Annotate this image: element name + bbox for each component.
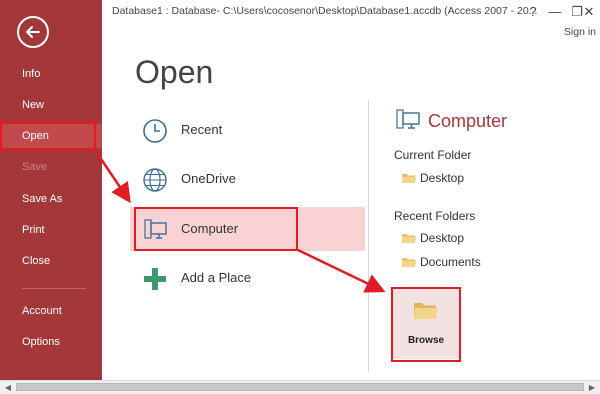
place-label: OneDrive [181, 171, 236, 186]
scroll-thumb[interactable] [16, 383, 584, 391]
place-add[interactable]: Add a Place [130, 256, 365, 300]
nav-close[interactable]: Close [0, 249, 102, 273]
globe-icon [143, 168, 167, 192]
horizontal-scrollbar[interactable]: ◀ ▶ [0, 380, 600, 394]
title-bar: Database1 : Database- C:\Users\cocosenor… [102, 0, 600, 24]
folder-icon [402, 258, 416, 267]
nav-save-as[interactable]: Save As [0, 187, 102, 211]
folder-icon [402, 234, 416, 243]
nav-print[interactable]: Print [0, 218, 102, 242]
current-folder-desktop[interactable]: Desktop [400, 171, 520, 187]
nav-info[interactable]: Info [0, 62, 102, 86]
nav-new[interactable]: New [0, 93, 102, 117]
pane-divider [368, 100, 369, 372]
back-arrow-icon [26, 26, 40, 38]
scroll-right-button[interactable]: ▶ [585, 382, 599, 393]
help-button[interactable]: ? [522, 2, 544, 22]
backstage-pane: Info New Open Save Save As Print Close A… [0, 0, 102, 380]
nav-account[interactable]: Account [0, 299, 102, 323]
nav-open[interactable]: Open [0, 124, 102, 148]
folder-icon [414, 303, 438, 319]
close-window-button[interactable]: ✕ [578, 2, 600, 22]
recent-folders-heading: Recent Folders [394, 209, 476, 223]
folder-icon [402, 174, 416, 183]
nav-save: Save [22, 161, 48, 173]
nav-divider [22, 288, 86, 289]
clock-icon [143, 119, 167, 143]
browse-button[interactable]: Browse [393, 289, 459, 359]
current-folder-heading: Current Folder [394, 148, 472, 162]
plus-icon [144, 268, 166, 290]
scroll-left-button[interactable]: ◀ [1, 382, 15, 393]
place-recent[interactable]: Recent [130, 108, 365, 152]
folder-label: Documents [420, 255, 481, 269]
place-label: Recent [181, 122, 223, 137]
recent-folder-documents[interactable]: Documents [400, 255, 520, 271]
sign-in-link[interactable]: Sign in [564, 26, 596, 38]
page-title: Open [135, 54, 214, 90]
browse-label: Browse [407, 335, 445, 346]
back-button[interactable] [17, 16, 49, 48]
place-label: Computer [181, 221, 239, 236]
computer-icon [396, 109, 420, 129]
right-pane-title: Computer [428, 111, 508, 131]
place-label: Add a Place [181, 270, 252, 285]
folder-label: Desktop [420, 171, 465, 185]
computer-icon [144, 219, 167, 239]
minimize-button[interactable]: — [544, 2, 566, 22]
place-computer[interactable]: Computer [130, 207, 365, 251]
nav-options[interactable]: Options [0, 330, 102, 354]
window-title: Database1 : Database- C:\Users\cocosenor… [112, 5, 538, 17]
recent-folder-desktop[interactable]: Desktop [400, 231, 520, 247]
place-onedrive[interactable]: OneDrive [130, 157, 365, 201]
folder-label: Desktop [420, 231, 465, 245]
